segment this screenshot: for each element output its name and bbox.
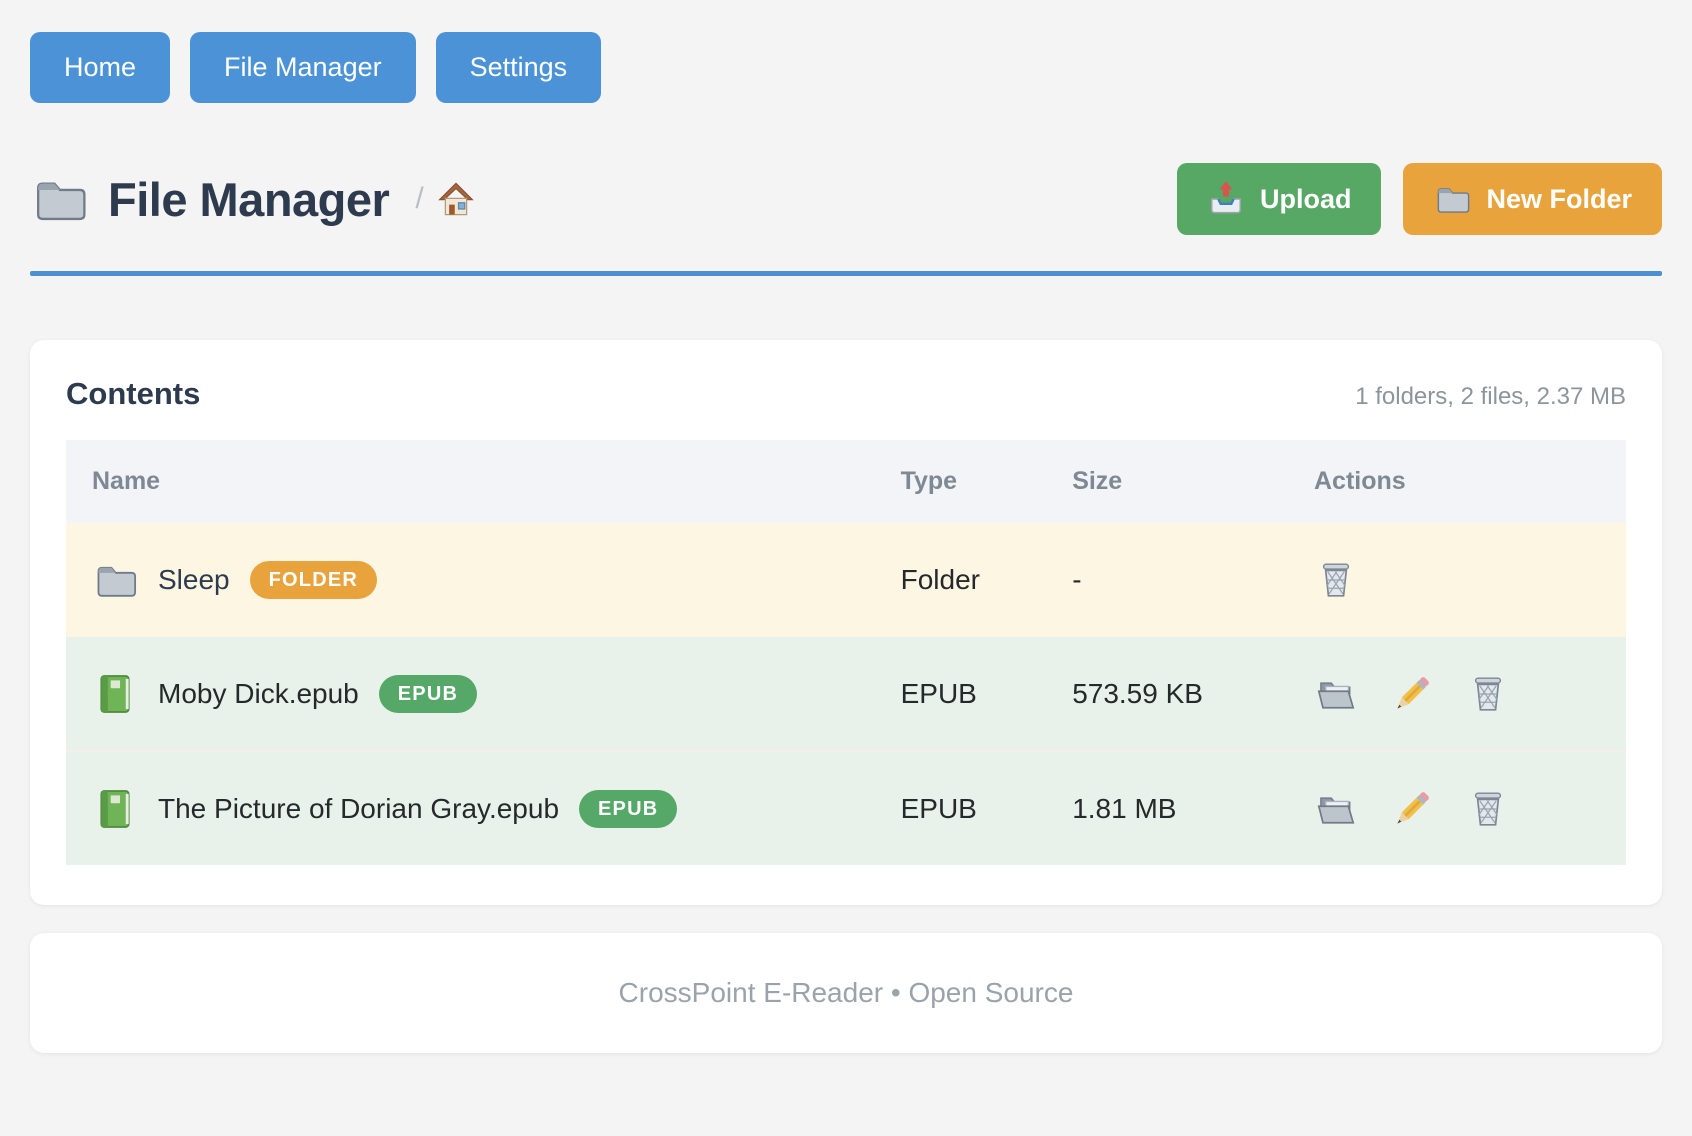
delete-button[interactable] bbox=[1314, 558, 1358, 602]
breadcrumb: / bbox=[415, 179, 475, 219]
trash-icon bbox=[1314, 558, 1358, 602]
page-header: File Manager / Upload New Folder bbox=[30, 163, 1662, 235]
column-header-type: Type bbox=[901, 440, 1073, 523]
pencil-icon bbox=[1390, 787, 1434, 831]
folder-open-icon bbox=[1314, 787, 1358, 831]
table-row: Sleep FOLDER Folder - bbox=[66, 523, 1626, 637]
item-name[interactable]: The Picture of Dorian Gray.epub bbox=[158, 793, 559, 825]
breadcrumb-separator: / bbox=[415, 182, 423, 216]
type-badge: EPUB bbox=[379, 675, 477, 713]
rename-button[interactable] bbox=[1390, 672, 1434, 716]
folder-open-icon bbox=[1314, 672, 1358, 716]
header-actions: Upload New Folder bbox=[1177, 163, 1662, 235]
upload-button[interactable]: Upload bbox=[1177, 163, 1382, 235]
item-name[interactable]: Moby Dick.epub bbox=[158, 678, 359, 710]
new-folder-button-label: New Folder bbox=[1486, 184, 1632, 215]
book-icon bbox=[92, 671, 138, 717]
folder-icon bbox=[92, 557, 138, 603]
file-table: Name Type Size Actions Sleep FOLDER Fold… bbox=[66, 440, 1626, 865]
move-button[interactable] bbox=[1314, 672, 1358, 716]
upload-button-label: Upload bbox=[1260, 184, 1352, 215]
type-value: Folder bbox=[901, 564, 980, 595]
name-cell: Moby Dick.epub EPUB bbox=[66, 671, 901, 717]
column-header-actions: Actions bbox=[1314, 440, 1626, 523]
size-value: 573.59 KB bbox=[1072, 678, 1203, 709]
trash-icon bbox=[1466, 787, 1510, 831]
pencil-icon bbox=[1390, 672, 1434, 716]
table-row: Moby Dick.epub EPUB EPUB 573.59 KB bbox=[66, 637, 1626, 751]
table-row: The Picture of Dorian Gray.epub EPUB EPU… bbox=[66, 751, 1626, 865]
header-divider bbox=[30, 271, 1662, 276]
type-value: EPUB bbox=[901, 678, 977, 709]
contents-card-header: Contents 1 folders, 2 files, 2.37 MB bbox=[66, 376, 1626, 412]
nav-settings-button[interactable]: Settings bbox=[436, 32, 602, 103]
title-wrap: File Manager / bbox=[30, 170, 476, 228]
outbox-tray-icon bbox=[1207, 180, 1245, 218]
contents-summary: 1 folders, 2 files, 2.37 MB bbox=[1355, 383, 1626, 411]
footer-card: CrossPoint E-Reader • Open Source bbox=[30, 933, 1662, 1053]
page: Home File Manager Settings File Manager … bbox=[0, 0, 1692, 1053]
actions-cell bbox=[1314, 672, 1626, 716]
type-value: EPUB bbox=[901, 793, 977, 824]
top-nav: Home File Manager Settings bbox=[30, 32, 1662, 103]
name-cell: The Picture of Dorian Gray.epub EPUB bbox=[66, 786, 901, 832]
folder-icon bbox=[1433, 180, 1471, 218]
nav-file-manager-button[interactable]: File Manager bbox=[190, 32, 416, 103]
name-cell: Sleep FOLDER bbox=[66, 557, 901, 603]
trash-icon bbox=[1466, 672, 1510, 716]
table-header-row: Name Type Size Actions bbox=[66, 440, 1626, 523]
nav-home-button[interactable]: Home bbox=[30, 32, 170, 103]
footer-text: CrossPoint E-Reader • Open Source bbox=[619, 977, 1074, 1009]
actions-cell bbox=[1314, 787, 1626, 831]
contents-heading: Contents bbox=[66, 376, 200, 412]
delete-button[interactable] bbox=[1466, 672, 1510, 716]
new-folder-button[interactable]: New Folder bbox=[1403, 163, 1662, 235]
book-icon bbox=[92, 786, 138, 832]
delete-button[interactable] bbox=[1466, 787, 1510, 831]
folder-icon bbox=[30, 170, 88, 228]
house-icon[interactable] bbox=[436, 179, 476, 219]
item-name[interactable]: Sleep bbox=[158, 564, 230, 596]
type-badge: FOLDER bbox=[250, 561, 377, 599]
contents-card: Contents 1 folders, 2 files, 2.37 MB Nam… bbox=[30, 340, 1662, 905]
column-header-name: Name bbox=[66, 440, 901, 523]
page-title: File Manager bbox=[108, 172, 389, 227]
size-value: 1.81 MB bbox=[1072, 793, 1176, 824]
type-badge: EPUB bbox=[579, 790, 677, 828]
rename-button[interactable] bbox=[1390, 787, 1434, 831]
actions-cell bbox=[1314, 558, 1626, 602]
size-value: - bbox=[1072, 564, 1081, 595]
column-header-size: Size bbox=[1072, 440, 1314, 523]
file-table-body: Sleep FOLDER Folder - Moby Dick.epub EPU… bbox=[66, 523, 1626, 865]
move-button[interactable] bbox=[1314, 787, 1358, 831]
